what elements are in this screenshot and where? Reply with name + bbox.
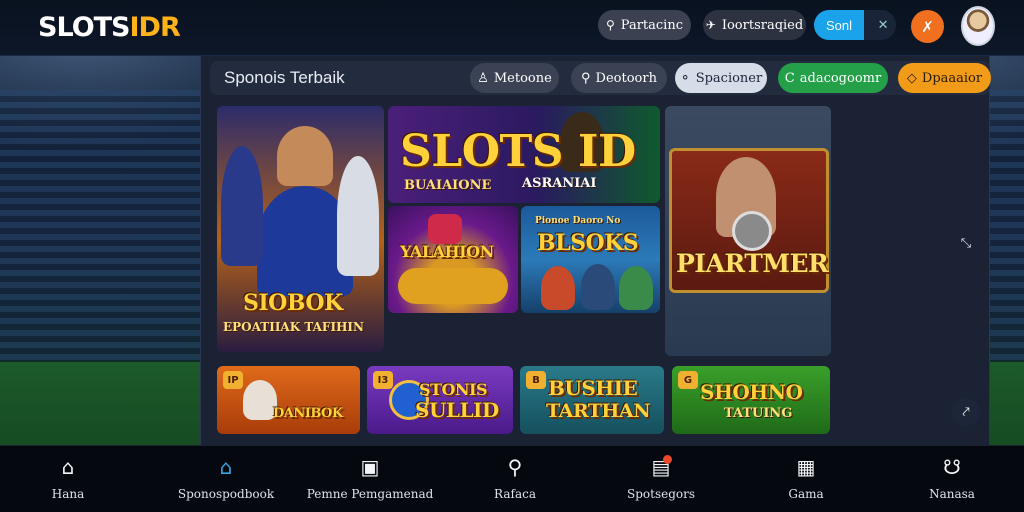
game-badge: IP	[223, 371, 243, 389]
nav-label: Sponospodbook	[177, 487, 275, 501]
diamond-icon: ◇	[906, 70, 917, 86]
logo-text-idr: IDR	[129, 12, 181, 43]
game-subtitle: TATUING	[724, 406, 793, 421]
game-subtitle: BUAIAIONE	[404, 178, 492, 193]
game-title: SLOTS ID	[400, 126, 636, 177]
player-figure	[581, 264, 615, 310]
filter-button-4[interactable]: C adacogoomr	[778, 63, 888, 93]
game-card-yalahion[interactable]: YALAHION	[388, 206, 518, 313]
filter-button-1[interactable]: ♙ Metoone	[470, 63, 559, 93]
nav-item-support[interactable]: ☋ Nanasa	[929, 455, 975, 501]
headset-icon: ☋	[943, 455, 961, 479]
filter-label: adacogoomr	[799, 70, 882, 86]
search-icon: ⚲	[581, 70, 591, 86]
nav-label: Gama	[788, 487, 824, 501]
game-frame: PIARTMER	[669, 148, 829, 293]
filter-label: Dpaaaior	[921, 70, 983, 86]
site-logo[interactable]: SLOTSIDR	[38, 12, 181, 43]
nav-item-game[interactable]: ▦ Gama	[788, 455, 823, 501]
filter-button-2[interactable]: ⚲ Deotoorh	[571, 63, 667, 93]
notification-dot	[662, 455, 672, 464]
support-chat-button[interactable]: ⤤	[952, 398, 980, 426]
nav-label: Hana	[51, 487, 85, 501]
person-icon: ♙	[477, 70, 489, 86]
wheel-icon	[732, 211, 772, 251]
paper-plane-icon: ✈	[705, 18, 716, 32]
player-figure-left	[221, 146, 263, 266]
game-card-blsoks[interactable]: Pionoe Daoro No BLSOKS	[521, 206, 660, 313]
nav-label: Rafaca	[494, 487, 536, 501]
game-card-bushie-tarthan[interactable]: B BUSHIE TARTHAN	[520, 366, 664, 434]
c-icon: C	[784, 70, 795, 86]
game-title: SIOBOK	[243, 290, 343, 316]
nav-label: Nanasa	[929, 487, 975, 501]
game-card-danibok[interactable]: IP DANIBOK	[217, 366, 360, 434]
section-title: Sponois Terbaik	[224, 68, 345, 87]
nav-item-search[interactable]: ⚲ Rafaca	[494, 455, 536, 501]
nav-label: Spotsegors	[626, 487, 696, 501]
player-figure	[541, 266, 575, 310]
filter-label: Metoone	[493, 70, 552, 86]
dog-figure	[243, 380, 277, 420]
game-card-siobok[interactable]: SIOBOK EPOATIIAK TAFIHIN	[217, 106, 384, 352]
home-icon: ⌂	[219, 455, 233, 479]
game-subtitle: Pionoe Daoro No	[535, 216, 621, 226]
game-title: DANIBOK	[273, 406, 343, 421]
game-subtitle: EPOATIIAK TAFIHIN	[223, 320, 364, 334]
nav-item-home[interactable]: ⌂ Hana	[52, 455, 85, 501]
game-subtitle-2: ASRANIAI	[522, 176, 597, 191]
game-card-slots-id[interactable]: SLOTS ID BUAIAIONE ASRANIAI	[388, 106, 660, 203]
nav-item-games[interactable]: ▣ Pemne Pemgamenad	[307, 455, 434, 501]
notification-button[interactable]: ✗	[911, 10, 944, 43]
logo-text-slots: SLOTS	[38, 12, 131, 43]
game-card-stonis-sullid[interactable]: I3 STONIS SULLID	[367, 366, 513, 434]
game-subtitle: TARTHAN	[546, 400, 651, 422]
game-title: PIARTMER	[676, 249, 829, 278]
stadium-stand-left	[0, 90, 210, 360]
search-icon: ⚲	[606, 18, 615, 32]
circle-icon: ⚬	[679, 70, 691, 86]
game-card-piartmer[interactable]: PIARTMER	[665, 106, 831, 356]
search-icon: ⚲	[507, 455, 523, 479]
nav-item-sports[interactable]: ▤ Spotsegors	[627, 455, 695, 501]
player-figure	[277, 126, 333, 186]
notification-icon: ✗	[921, 17, 934, 36]
filter-button-3[interactable]: ⚬ Spacioner	[675, 63, 767, 93]
player-figure	[619, 266, 653, 310]
chat-icon: ⤤	[962, 404, 970, 420]
game-subtitle: SULLID	[415, 398, 499, 422]
game-title: BLSOKS	[537, 230, 639, 256]
game-badge: I3	[373, 371, 393, 389]
game-badge: G	[678, 371, 698, 389]
search-button[interactable]: ⚲ Partacinc	[598, 10, 691, 40]
store-icon: ▦	[796, 455, 816, 479]
send-label: Sonl	[826, 17, 853, 33]
filter-label: Spacioner	[695, 70, 763, 86]
dice-icon	[428, 214, 462, 244]
game-title: STONIS	[419, 380, 488, 399]
tournament-button[interactable]: ✈ Ioortsraqied	[703, 10, 806, 40]
avatar[interactable]	[961, 6, 995, 46]
filter-button-5[interactable]: ◇ Dpaaaior	[898, 63, 991, 93]
game-title: YALAHION	[400, 242, 494, 261]
game-card-shohno-tatuing[interactable]: G SHOHNO TATUING	[672, 366, 830, 434]
tournament-label: Ioortsraqied	[721, 17, 804, 33]
close-icon[interactable]: ✕	[870, 10, 896, 40]
coins-icon	[398, 268, 508, 304]
game-badge: B	[526, 371, 546, 389]
screen-icon: ▣	[360, 455, 380, 479]
search-label: Partacinc	[620, 17, 683, 33]
send-button[interactable]: Sonl	[814, 10, 865, 40]
game-title: SHOHNO	[700, 380, 803, 404]
filter-label: Deotoorh	[595, 70, 657, 86]
top-bar: SLOTSIDR ⚲ Partacinc ✈ Ioortsraqied Sonl…	[0, 0, 1024, 56]
stadium-stand-right	[984, 90, 1024, 360]
game-title: BUSHIE	[548, 376, 638, 400]
nav-item-sportsbook[interactable]: ⌂ Sponospodbook	[178, 455, 274, 501]
expand-icon[interactable]: ⤡	[956, 233, 976, 253]
home-icon: ⌂	[61, 455, 75, 479]
nav-label: Pemne Pemgamenad	[306, 487, 434, 501]
player-figure-right	[337, 156, 379, 276]
send-button-group: Sonl ✕	[814, 10, 896, 40]
